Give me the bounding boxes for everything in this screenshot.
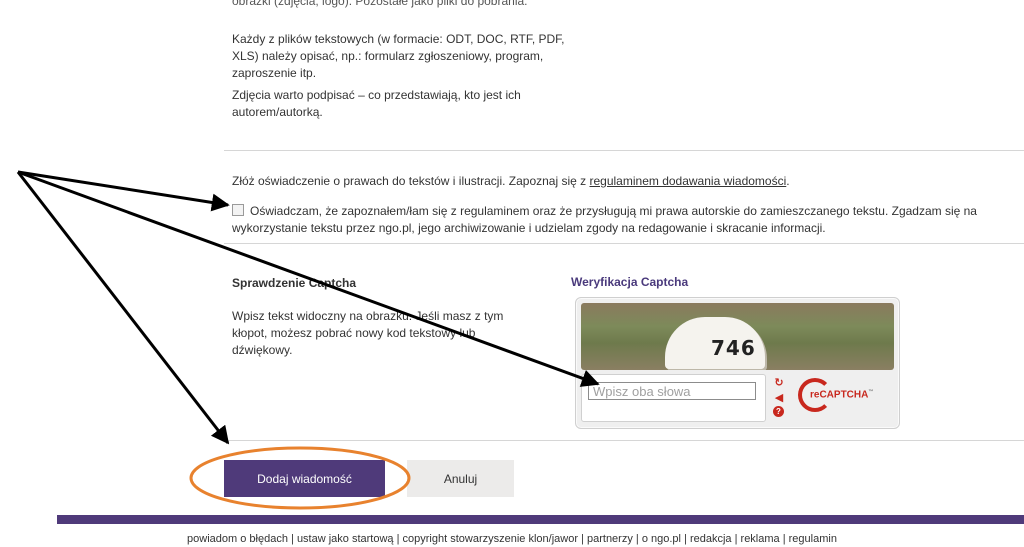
captcha-description: Wpisz tekst widoczny na obrazku. Jeśli m… <box>232 309 504 357</box>
footer-links: powiadom o błędach | ustaw jako startową… <box>0 533 1024 545</box>
footer-separator: | <box>287 533 297 545</box>
captcha-image: 746 <box>581 303 894 370</box>
footer-link[interactable]: ustaw jako startową <box>297 533 394 545</box>
consent-checkbox-row[interactable]: Oświadczam, że zapoznałem/łam się z regu… <box>232 203 1022 237</box>
annotation-arrow-submit <box>16 171 230 445</box>
divider <box>224 243 1024 244</box>
consent-checkbox[interactable] <box>232 204 244 216</box>
footer-link[interactable]: powiadom o błędach <box>187 533 288 545</box>
submit-button[interactable]: Dodaj wiadomość <box>224 460 385 497</box>
file-description-paragraph: Każdy z plików tekstowych (w formacie: O… <box>232 32 565 80</box>
consent-intro: Złóż oświadczenie o prawach do tekstów i… <box>232 173 1012 190</box>
consent-intro-end: . <box>786 174 790 188</box>
footer-link[interactable]: redakcja <box>690 533 732 545</box>
recaptcha-logo-text: reCAPTCHA™ <box>810 389 873 400</box>
recaptcha-widget: 746 ↻ ◀︎ ? reCAPTCHA™ <box>575 297 900 429</box>
captcha-input[interactable] <box>588 382 756 400</box>
consent-intro-text: Złóż oświadczenie o prawach do tekstów i… <box>232 174 590 188</box>
divider <box>224 150 1024 151</box>
footer-separator: | <box>578 533 587 545</box>
consent-checkbox-label: Oświadczam, że zapoznałem/łam się z regu… <box>232 204 977 235</box>
footer-link[interactable]: o ngo.pl <box>642 533 681 545</box>
footer-separator: | <box>680 533 690 545</box>
recaptcha-logo: reCAPTCHA™ <box>798 378 888 418</box>
footer-link[interactable]: reklama <box>741 533 780 545</box>
reload-icon[interactable]: ↻ <box>771 375 787 389</box>
footer-link[interactable]: partnerzy <box>587 533 633 545</box>
annotation-arrow-checkbox <box>17 170 230 212</box>
captcha-image-number: 746 <box>711 336 756 360</box>
audio-icon[interactable]: ◀︎ <box>771 390 787 404</box>
cancel-button[interactable]: Anuluj <box>407 460 514 497</box>
footer-separator: | <box>731 533 741 545</box>
footer-link[interactable]: copyright stowarzyszenie klon/jawor <box>403 533 578 545</box>
captcha-widget-title: Weryfikacja Captcha <box>571 275 689 289</box>
footer-separator: | <box>393 533 403 545</box>
photo-caption-paragraph: Zdjęcia warto podpisać – co przedstawiaj… <box>232 88 521 119</box>
divider <box>224 440 1024 441</box>
terms-link[interactable]: regulaminem dodawania wiadomości <box>590 174 787 188</box>
footer-separator: | <box>632 533 642 545</box>
recaptcha-logo-label: reCAPTCHA <box>810 389 869 401</box>
captcha-input-area <box>581 374 766 422</box>
footer-separator: | <box>779 533 789 545</box>
help-icon[interactable]: ? <box>773 406 784 417</box>
footer-link[interactable]: regulamin <box>789 533 837 545</box>
partial-text-line: obrazki (zdjęcia, logo). Pozostałe jako … <box>232 0 528 8</box>
captcha-section-title: Sprawdzenie Captcha <box>232 276 357 290</box>
footer-bar <box>57 515 1024 524</box>
recaptcha-logo-tm: ™ <box>868 389 874 395</box>
